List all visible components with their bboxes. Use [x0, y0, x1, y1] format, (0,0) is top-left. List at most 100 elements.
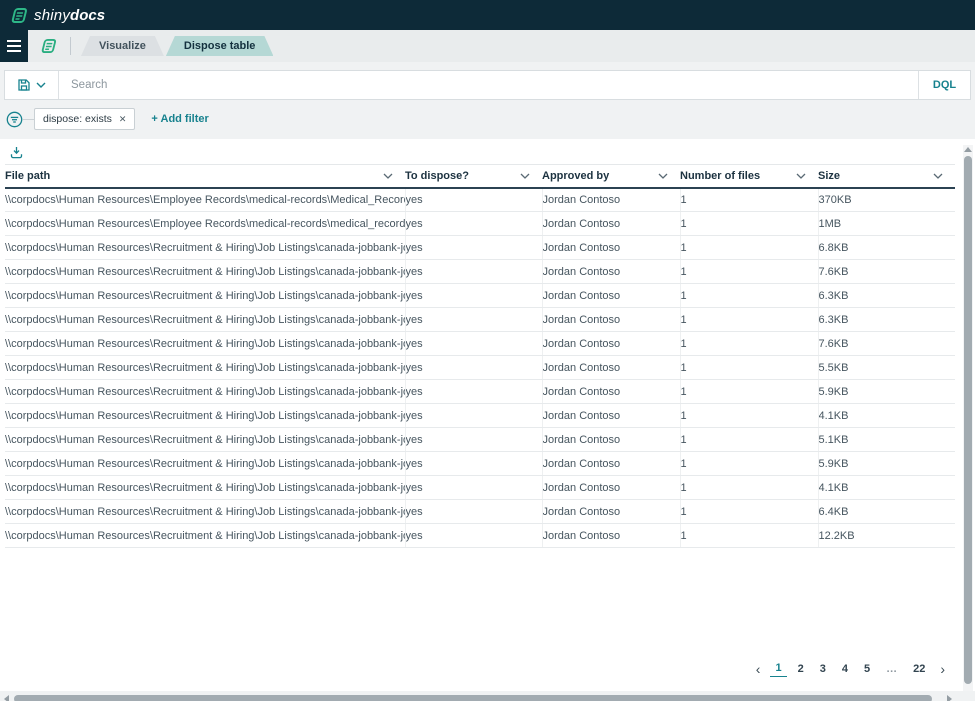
- table-row[interactable]: \\corpdocs\Human Resources\Employee Reco…: [5, 212, 955, 236]
- saved-search-button[interactable]: [5, 71, 59, 99]
- pagination-ellipsis: …: [881, 661, 902, 677]
- sort-chevron-icon[interactable]: [658, 173, 668, 179]
- cell-size: 4.1KB: [818, 476, 955, 500]
- vertical-scrollbar[interactable]: [963, 145, 973, 701]
- chevron-down-icon: [36, 82, 46, 88]
- cell-to-dispose: yes: [405, 260, 542, 284]
- remove-filter-icon[interactable]: ✕: [119, 114, 127, 125]
- cell-file-path: \\corpdocs\Human Resources\Recruitment &…: [5, 260, 405, 284]
- cell-to-dispose: yes: [405, 356, 542, 380]
- logo-text-light: shiny: [34, 7, 70, 24]
- table-row[interactable]: \\corpdocs\Human Resources\Recruitment &…: [5, 380, 955, 404]
- cell-to-dispose: yes: [405, 500, 542, 524]
- add-filter-button[interactable]: + Add filter: [151, 113, 208, 125]
- table-row[interactable]: \\corpdocs\Human Resources\Recruitment &…: [5, 308, 955, 332]
- pagination-page-4[interactable]: 4: [837, 661, 853, 677]
- cell-to-dispose: yes: [405, 188, 542, 212]
- search-bar: DQL: [4, 70, 971, 100]
- cell-size: 6.4KB: [818, 500, 955, 524]
- filter-row: dispose: exists ✕ + Add filter: [4, 107, 971, 131]
- pagination-page-3[interactable]: 3: [815, 661, 831, 677]
- shinydocs-logo: shinydocs: [10, 7, 105, 24]
- cell-number-of-files: 1: [680, 476, 818, 500]
- cell-number-of-files: 1: [680, 212, 818, 236]
- cell-to-dispose: yes: [405, 428, 542, 452]
- column-header-approved-by[interactable]: Approved by: [542, 165, 680, 188]
- download-export-icon[interactable]: [10, 146, 23, 159]
- topbar: shinydocs: [0, 0, 975, 30]
- table-row[interactable]: \\corpdocs\Human Resources\Recruitment &…: [5, 284, 955, 308]
- column-header-file-path[interactable]: File path: [5, 165, 405, 188]
- dispose-table: File path To dispose? Approved by Number…: [5, 164, 955, 548]
- filter-icon[interactable]: [6, 111, 23, 128]
- cell-file-path: \\corpdocs\Human Resources\Recruitment &…: [5, 356, 405, 380]
- table-row[interactable]: \\corpdocs\Human Resources\Employee Reco…: [5, 188, 955, 212]
- column-header-to-dispose[interactable]: To dispose?: [405, 165, 542, 188]
- horizontal-scrollbar-thumb[interactable]: [14, 695, 932, 701]
- table-row[interactable]: \\corpdocs\Human Resources\Recruitment &…: [5, 260, 955, 284]
- pagination-page-5[interactable]: 5: [859, 661, 875, 677]
- sort-chevron-icon[interactable]: [933, 173, 943, 179]
- table-row[interactable]: \\corpdocs\Human Resources\Recruitment &…: [5, 236, 955, 260]
- tab-divider: [70, 37, 71, 55]
- pagination-page-22[interactable]: 22: [908, 661, 930, 677]
- scroll-up-icon[interactable]: [964, 147, 972, 152]
- search-input[interactable]: [59, 71, 918, 99]
- cell-size: 4.1KB: [818, 404, 955, 428]
- cell-file-path: \\corpdocs\Human Resources\Recruitment &…: [5, 500, 405, 524]
- cell-size: 7.6KB: [818, 332, 955, 356]
- vertical-scrollbar-thumb[interactable]: [964, 156, 972, 684]
- cell-approved-by: Jordan Contoso: [542, 428, 680, 452]
- scroll-left-icon[interactable]: [4, 695, 9, 701]
- table-row[interactable]: \\corpdocs\Human Resources\Recruitment &…: [5, 356, 955, 380]
- cell-size: 1MB: [818, 212, 955, 236]
- table-row[interactable]: \\corpdocs\Human Resources\Recruitment &…: [5, 524, 955, 548]
- table-row[interactable]: \\corpdocs\Human Resources\Recruitment &…: [5, 500, 955, 524]
- tab-visualize[interactable]: Visualize: [81, 36, 164, 56]
- pagination: ‹ 12345 … 22 ›: [752, 660, 949, 677]
- column-header-number-of-files[interactable]: Number of files: [680, 165, 818, 188]
- cell-number-of-files: 1: [680, 356, 818, 380]
- pagination-next-icon[interactable]: ›: [936, 661, 949, 677]
- horizontal-scrollbar[interactable]: [2, 694, 946, 701]
- cell-number-of-files: 1: [680, 260, 818, 284]
- column-header-size[interactable]: Size: [818, 165, 955, 188]
- cell-size: 7.6KB: [818, 260, 955, 284]
- table-row[interactable]: \\corpdocs\Human Resources\Recruitment &…: [5, 476, 955, 500]
- filter-chip-dispose-exists[interactable]: dispose: exists ✕: [34, 108, 135, 130]
- pagination-page-2[interactable]: 2: [793, 661, 809, 677]
- cell-to-dispose: yes: [405, 404, 542, 428]
- cell-to-dispose: yes: [405, 212, 542, 236]
- cell-size: 5.5KB: [818, 356, 955, 380]
- menu-button[interactable]: [0, 30, 28, 62]
- cell-file-path: \\corpdocs\Human Resources\Recruitment &…: [5, 524, 405, 548]
- cell-file-path: \\corpdocs\Human Resources\Recruitment &…: [5, 284, 405, 308]
- table-row[interactable]: \\corpdocs\Human Resources\Recruitment &…: [5, 428, 955, 452]
- table-row[interactable]: \\corpdocs\Human Resources\Recruitment &…: [5, 332, 955, 356]
- cell-size: 5.1KB: [818, 428, 955, 452]
- sort-chevron-icon[interactable]: [520, 173, 530, 179]
- cell-size: 5.9KB: [818, 380, 955, 404]
- cell-approved-by: Jordan Contoso: [542, 452, 680, 476]
- sort-chevron-icon[interactable]: [796, 173, 806, 179]
- scroll-right-icon[interactable]: [947, 695, 952, 701]
- cell-approved-by: Jordan Contoso: [542, 332, 680, 356]
- sort-chevron-icon[interactable]: [383, 173, 393, 179]
- table-body: \\corpdocs\Human Resources\Employee Reco…: [5, 188, 955, 548]
- shinydocs-logo-icon: [10, 7, 29, 24]
- save-icon: [17, 78, 31, 92]
- pagination-prev-icon[interactable]: ‹: [752, 661, 765, 677]
- table-row[interactable]: \\corpdocs\Human Resources\Recruitment &…: [5, 452, 955, 476]
- cell-size: 370KB: [818, 188, 955, 212]
- cell-approved-by: Jordan Contoso: [542, 380, 680, 404]
- cell-approved-by: Jordan Contoso: [542, 524, 680, 548]
- dql-button[interactable]: DQL: [918, 71, 970, 99]
- cell-to-dispose: yes: [405, 524, 542, 548]
- cell-size: 6.8KB: [818, 236, 955, 260]
- pagination-pages: 12345 … 22: [770, 660, 930, 677]
- pagination-page-1[interactable]: 1: [770, 660, 786, 677]
- tab-dispose-table[interactable]: Dispose table: [166, 36, 274, 56]
- cell-file-path: \\corpdocs\Human Resources\Recruitment &…: [5, 308, 405, 332]
- results-panel: File path To dispose? Approved by Number…: [0, 139, 975, 691]
- table-row[interactable]: \\corpdocs\Human Resources\Recruitment &…: [5, 404, 955, 428]
